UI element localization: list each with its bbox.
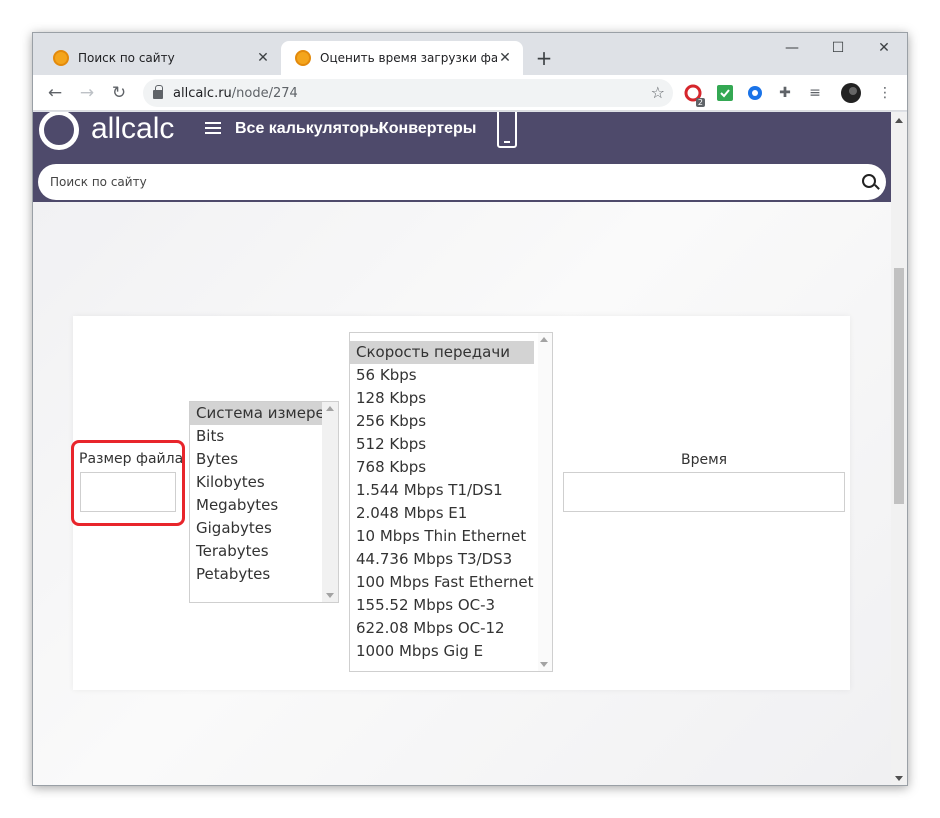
page-scrollbar[interactable] — [891, 112, 907, 785]
speed-scrollbar[interactable] — [538, 333, 552, 671]
back-arrow-icon[interactable]: ← — [43, 81, 67, 105]
logo-text[interactable]: allcalc — [91, 112, 174, 146]
list-item[interactable]: Petabytes — [190, 563, 338, 586]
allcalc-logo-icon[interactable] — [39, 112, 79, 150]
site-favicon-icon — [295, 50, 311, 66]
star-icon[interactable]: ☆ — [651, 83, 665, 102]
search-placeholder: Поиск по сайту — [50, 175, 147, 189]
media-queue-icon[interactable]: ≡ — [805, 83, 825, 103]
units-listbox[interactable]: Система измерения Bits Bytes Kilobytes M… — [189, 401, 339, 603]
search-icon[interactable] — [862, 174, 876, 188]
list-item[interactable]: 44.736 Mbps T3/DS3 — [350, 548, 552, 571]
list-item[interactable]: 256 Kbps — [350, 410, 552, 433]
url-path: /node/274 — [231, 85, 298, 101]
menu-kebab-icon[interactable]: ⋮ — [875, 83, 895, 103]
scroll-down-arrow-icon[interactable] — [326, 593, 334, 598]
calculator-panel: Размер файла Система измерения Bits Byte… — [73, 316, 850, 690]
maximize-icon[interactable]: ☐ — [815, 33, 861, 63]
site-header: allcalc Все калькуляторы Конвертеры Поис… — [33, 112, 891, 202]
list-item[interactable]: Bits — [190, 425, 338, 448]
list-item[interactable]: 512 Kbps — [350, 433, 552, 456]
checkmark-extension-icon[interactable] — [715, 83, 735, 103]
minimize-icon[interactable]: — — [769, 33, 815, 63]
vpn-extension-icon[interactable] — [745, 83, 765, 103]
list-item[interactable]: Bytes — [190, 448, 338, 471]
scroll-down-arrow-icon[interactable] — [895, 776, 903, 781]
list-item[interactable]: 128 Kbps — [350, 387, 552, 410]
list-item[interactable]: Megabytes — [190, 494, 338, 517]
tab-title: Оценить время загрузки файла — [320, 51, 497, 65]
url-host: allcalc.ru — [173, 85, 232, 101]
list-item[interactable]: 100 Mbps Fast Ethernet — [350, 571, 552, 594]
time-output[interactable] — [563, 472, 845, 512]
close-tab-icon[interactable]: ✕ — [497, 50, 513, 66]
scroll-up-arrow-icon[interactable] — [326, 406, 334, 411]
list-item[interactable]: 622.08 Mbps OC-12 — [350, 617, 552, 640]
page-viewport: allcalc Все калькуляторы Конвертеры Поис… — [33, 112, 907, 785]
list-item[interactable]: 2.048 Mbps E1 — [350, 502, 552, 525]
list-item[interactable]: Скорость передачи — [350, 341, 534, 364]
extension-badge: 2 — [695, 98, 705, 107]
puzzle-extensions-icon[interactable]: ✚ — [775, 83, 795, 103]
profile-avatar[interactable] — [841, 83, 861, 103]
list-item[interactable]: Kilobytes — [190, 471, 338, 494]
mobile-phone-icon[interactable] — [497, 112, 517, 148]
scroll-up-arrow-icon[interactable] — [895, 118, 903, 123]
speed-listbox[interactable]: Скорость передачи 56 Kbps 128 Kbps 256 K… — [349, 332, 553, 672]
scroll-up-arrow-icon[interactable] — [540, 337, 548, 342]
lock-icon — [153, 85, 163, 99]
nav-converters[interactable]: Конвертеры — [379, 120, 476, 138]
address-bar[interactable]: allcalc.ru/node/274 ☆ — [143, 79, 673, 107]
list-item[interactable]: 1.544 Mbps T1/DS1 — [350, 479, 552, 502]
site-search-input[interactable]: Поиск по сайту — [38, 164, 886, 200]
browser-toolbar: ← → ↻ allcalc.ru/node/274 ☆ 2 ✚ ≡ ⋮ — [33, 75, 907, 111]
tab-strip: Поиск по сайту ✕ Оценить время загрузки … — [33, 33, 907, 75]
close-window-icon[interactable]: ✕ — [861, 33, 907, 63]
tab-search[interactable]: Поиск по сайту ✕ — [39, 41, 281, 75]
browser-window: Поиск по сайту ✕ Оценить время загрузки … — [32, 32, 908, 786]
opera-extension-icon[interactable]: 2 — [683, 83, 705, 107]
tab-title: Поиск по сайту — [78, 51, 175, 65]
site-favicon-icon — [53, 50, 69, 66]
time-label: Время — [681, 452, 728, 468]
list-item[interactable]: Система измерения — [190, 402, 338, 425]
list-item[interactable]: 56 Kbps — [350, 364, 552, 387]
reload-icon[interactable]: ↻ — [107, 81, 131, 105]
units-scrollbar[interactable] — [322, 402, 338, 602]
highlight-box — [71, 440, 185, 526]
scroll-down-arrow-icon[interactable] — [540, 662, 548, 667]
list-item[interactable]: Gigabytes — [190, 517, 338, 540]
list-item[interactable]: Terabytes — [190, 540, 338, 563]
list-item[interactable]: 155.52 Mbps OC-3 — [350, 594, 552, 617]
hamburger-menu-icon[interactable] — [205, 122, 221, 134]
nav-all-calculators[interactable]: Все калькуляторы — [235, 120, 383, 138]
list-item[interactable]: 768 Kbps — [350, 456, 552, 479]
close-tab-icon[interactable]: ✕ — [255, 50, 271, 66]
new-tab-plus-icon[interactable]: + — [533, 46, 555, 70]
tab-download-time[interactable]: Оценить время загрузки файла ✕ — [281, 41, 523, 75]
list-item[interactable]: 10 Mbps Thin Ethernet — [350, 525, 552, 548]
forward-arrow-icon[interactable]: → — [75, 81, 99, 105]
list-item[interactable]: 1000 Mbps Gig E — [350, 640, 552, 663]
scrollbar-thumb[interactable] — [894, 268, 904, 504]
